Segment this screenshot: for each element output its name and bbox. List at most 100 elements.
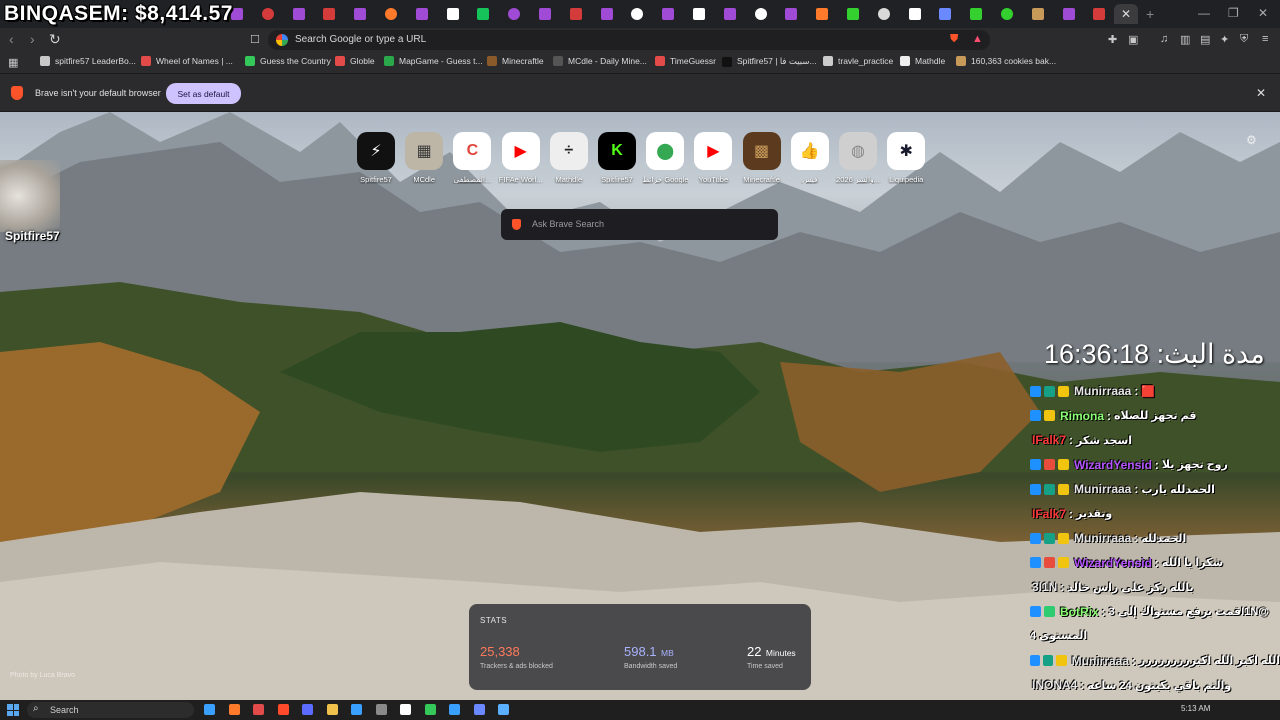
- top-site-tile[interactable]: ◍ 2026 والشر...: [835, 132, 881, 184]
- browser-tab[interactable]: [468, 4, 498, 24]
- infobar-close-icon[interactable]: ✕: [1256, 86, 1266, 100]
- top-site-tile[interactable]: ▶ FIFAe Worl...: [498, 132, 544, 184]
- apps-grid-icon[interactable]: ▦: [8, 56, 18, 69]
- bookmark-icon[interactable]: ☐: [250, 33, 260, 46]
- sidebar-icon[interactable]: ▥: [1180, 33, 1190, 46]
- chat-badge-icon: [1058, 483, 1069, 495]
- browser-tab[interactable]: [592, 4, 622, 24]
- top-site-tile[interactable]: 👍 فيس: [787, 132, 833, 184]
- bookmark-item[interactable]: Mathdle: [900, 56, 945, 66]
- browser-tab[interactable]: [838, 4, 868, 24]
- top-site-tile[interactable]: C المصطفى...: [449, 132, 495, 184]
- windows-start-icon[interactable]: [7, 704, 19, 716]
- maximize-icon[interactable]: ❐: [1228, 6, 1239, 20]
- bookmark-item[interactable]: spitfire57 LeaderBo...: [40, 56, 136, 66]
- bookmark-item[interactable]: travle_practice: [823, 56, 893, 66]
- chat-text: الحمدلله يارب: [1141, 483, 1215, 496]
- browser-tab[interactable]: [807, 4, 837, 24]
- bookmark-item[interactable]: Guess the Country: [245, 56, 331, 66]
- browser-tab[interactable]: [961, 4, 991, 24]
- browser-tab[interactable]: [438, 4, 468, 24]
- taskbar-app-icon[interactable]: [204, 704, 215, 715]
- browser-tab[interactable]: [253, 4, 283, 24]
- set-as-default-button[interactable]: Set as default: [166, 83, 241, 104]
- browser-tab[interactable]: [345, 4, 375, 24]
- top-site-tile[interactable]: ⬤ خرائط Google: [642, 132, 688, 184]
- minimize-icon[interactable]: —: [1198, 6, 1210, 20]
- gear-icon[interactable]: ⚙: [1246, 133, 1257, 147]
- browser-tab[interactable]: [1084, 4, 1114, 24]
- chat-username: IFalk7: [1032, 433, 1067, 447]
- tab-close-button[interactable]: ✕: [1114, 4, 1138, 24]
- top-site-tile[interactable]: ✱ Liquipedia: [883, 132, 929, 184]
- browser-tab[interactable]: [992, 4, 1022, 24]
- back-button[interactable]: ‹: [9, 31, 14, 47]
- taskbar-app-icon[interactable]: [253, 704, 264, 715]
- bookmark-item[interactable]: Spitfire57 | سبيت فا...: [722, 56, 817, 67]
- browser-tab[interactable]: [499, 4, 529, 24]
- taskbar-app-icon[interactable]: [351, 704, 362, 715]
- top-site-tile[interactable]: K Spitfire57: [594, 132, 640, 184]
- new-tab-button[interactable]: +: [1146, 6, 1154, 22]
- vpn-icon[interactable]: ⛨: [1240, 33, 1248, 46]
- browser-tab[interactable]: [900, 4, 930, 24]
- top-site-label: Mathdle: [555, 175, 583, 184]
- browser-tab[interactable]: [684, 4, 714, 24]
- search-input[interactable]: Ask Brave Search: [501, 209, 778, 240]
- taskbar-app-icon[interactable]: [449, 704, 460, 715]
- bookmark-item[interactable]: Wheel of Names | ...: [141, 56, 233, 66]
- browser-tab[interactable]: [776, 4, 806, 24]
- top-site-label: Spitfire57: [360, 175, 392, 184]
- bookmark-item[interactable]: TimeGuessr: [655, 56, 716, 66]
- browser-tab[interactable]: [715, 4, 745, 24]
- taskbar-app-icon[interactable]: [228, 704, 240, 715]
- window-close-icon[interactable]: ✕: [1258, 6, 1268, 20]
- chat-badge-icon: [1058, 385, 1069, 397]
- tab-favicon-icon: [1093, 8, 1106, 20]
- top-site-tile[interactable]: ▦ MCdle: [401, 132, 447, 184]
- browser-tab[interactable]: [314, 4, 344, 24]
- browser-tab[interactable]: [284, 4, 314, 24]
- browser-tab[interactable]: [1054, 4, 1084, 24]
- browser-tab[interactable]: [653, 4, 683, 24]
- address-bar[interactable]: Search Google or type a URL: [268, 30, 990, 50]
- top-site-tile[interactable]: ▶ YouTube: [690, 132, 736, 184]
- taskbar-app-icon[interactable]: [326, 704, 338, 715]
- browser-tab[interactable]: [1023, 4, 1053, 24]
- wallet-icon[interactable]: ▤: [1200, 33, 1210, 46]
- brave-shields-icon[interactable]: ⛊: [950, 33, 958, 46]
- browser-tab[interactable]: [530, 4, 560, 24]
- browser-tab[interactable]: [561, 4, 591, 24]
- top-site-tile[interactable]: ⚡ Spitfire57: [353, 132, 399, 184]
- bookmark-item[interactable]: MapGame - Guess t...: [384, 56, 483, 66]
- browser-tab[interactable]: [930, 4, 960, 24]
- bookmark-item[interactable]: Minecraftle: [487, 56, 544, 66]
- leo-icon[interactable]: ✦: [1220, 33, 1229, 46]
- top-site-tile[interactable]: ▩ Minecraftle: [739, 132, 785, 184]
- screenshot-icon[interactable]: ▣: [1128, 33, 1138, 46]
- brave-rewards-icon[interactable]: ▲: [972, 33, 983, 45]
- taskbar-app-icon[interactable]: [375, 704, 387, 715]
- browser-tab[interactable]: [746, 4, 776, 24]
- chat-badge-icon: [1030, 483, 1041, 495]
- top-site-tile[interactable]: ÷ Mathdle: [546, 132, 592, 184]
- taskbar-app-icon[interactable]: [498, 704, 509, 715]
- taskbar-app-icon[interactable]: [400, 704, 411, 715]
- taskbar-app-icon[interactable]: [277, 704, 289, 715]
- taskbar-search[interactable]: ⌕ Search: [27, 702, 194, 718]
- browser-tab[interactable]: [869, 4, 899, 24]
- bookmark-item[interactable]: Globle: [335, 56, 375, 66]
- bookmark-item[interactable]: 160,363 cookies bak...: [956, 56, 1056, 66]
- browser-tab[interactable]: [407, 4, 437, 24]
- taskbar-app-icon[interactable]: [473, 704, 485, 715]
- bookmark-item[interactable]: MCdle - Daily Mine...: [553, 56, 647, 66]
- forward-button[interactable]: ›: [30, 31, 35, 47]
- browser-tab[interactable]: [376, 4, 406, 24]
- media-icon[interactable]: ♫: [1160, 33, 1168, 45]
- reload-button[interactable]: ↻: [49, 31, 61, 48]
- extensions-icon[interactable]: ✚: [1108, 33, 1117, 46]
- taskbar-app-icon[interactable]: [424, 704, 436, 715]
- browser-tab[interactable]: [622, 4, 652, 24]
- menu-icon[interactable]: ≡: [1262, 33, 1268, 45]
- taskbar-app-icon[interactable]: [302, 704, 313, 715]
